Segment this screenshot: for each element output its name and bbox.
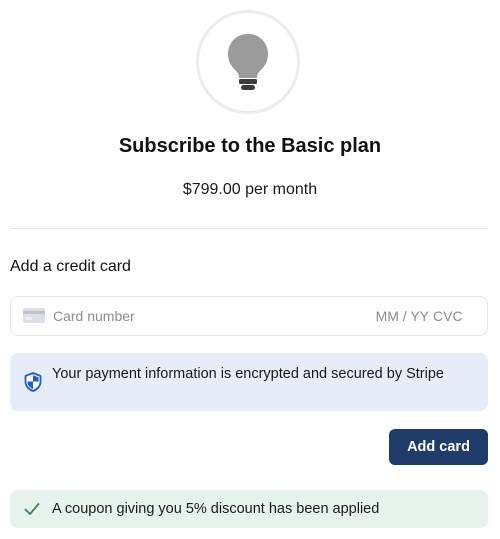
shield-icon (24, 372, 42, 392)
card-element[interactable] (10, 296, 488, 336)
cvc-input[interactable] (433, 306, 469, 326)
secure-payment-notice: Your payment information is encrypted an… (10, 353, 488, 411)
section-divider (10, 228, 488, 229)
expiry-input[interactable] (367, 306, 429, 326)
payment-section-title: Add a credit card (10, 258, 131, 275)
coupon-notice-text: A coupon giving you 5% discount has been… (52, 501, 380, 517)
plan-title: Subscribe to the Basic plan (118, 135, 382, 157)
coupon-applied-notice: A coupon giving you 5% discount has been… (10, 490, 488, 528)
add-card-button[interactable]: Add card (389, 429, 488, 465)
secure-notice-text: Your payment information is encrypted an… (52, 366, 444, 382)
credit-card-icon (23, 308, 45, 323)
lightbulb-icon (228, 34, 268, 90)
plan-price: $799.00 per month (182, 181, 318, 198)
plan-icon-badge (196, 10, 300, 114)
card-number-input[interactable] (53, 306, 313, 326)
check-icon (24, 503, 40, 515)
